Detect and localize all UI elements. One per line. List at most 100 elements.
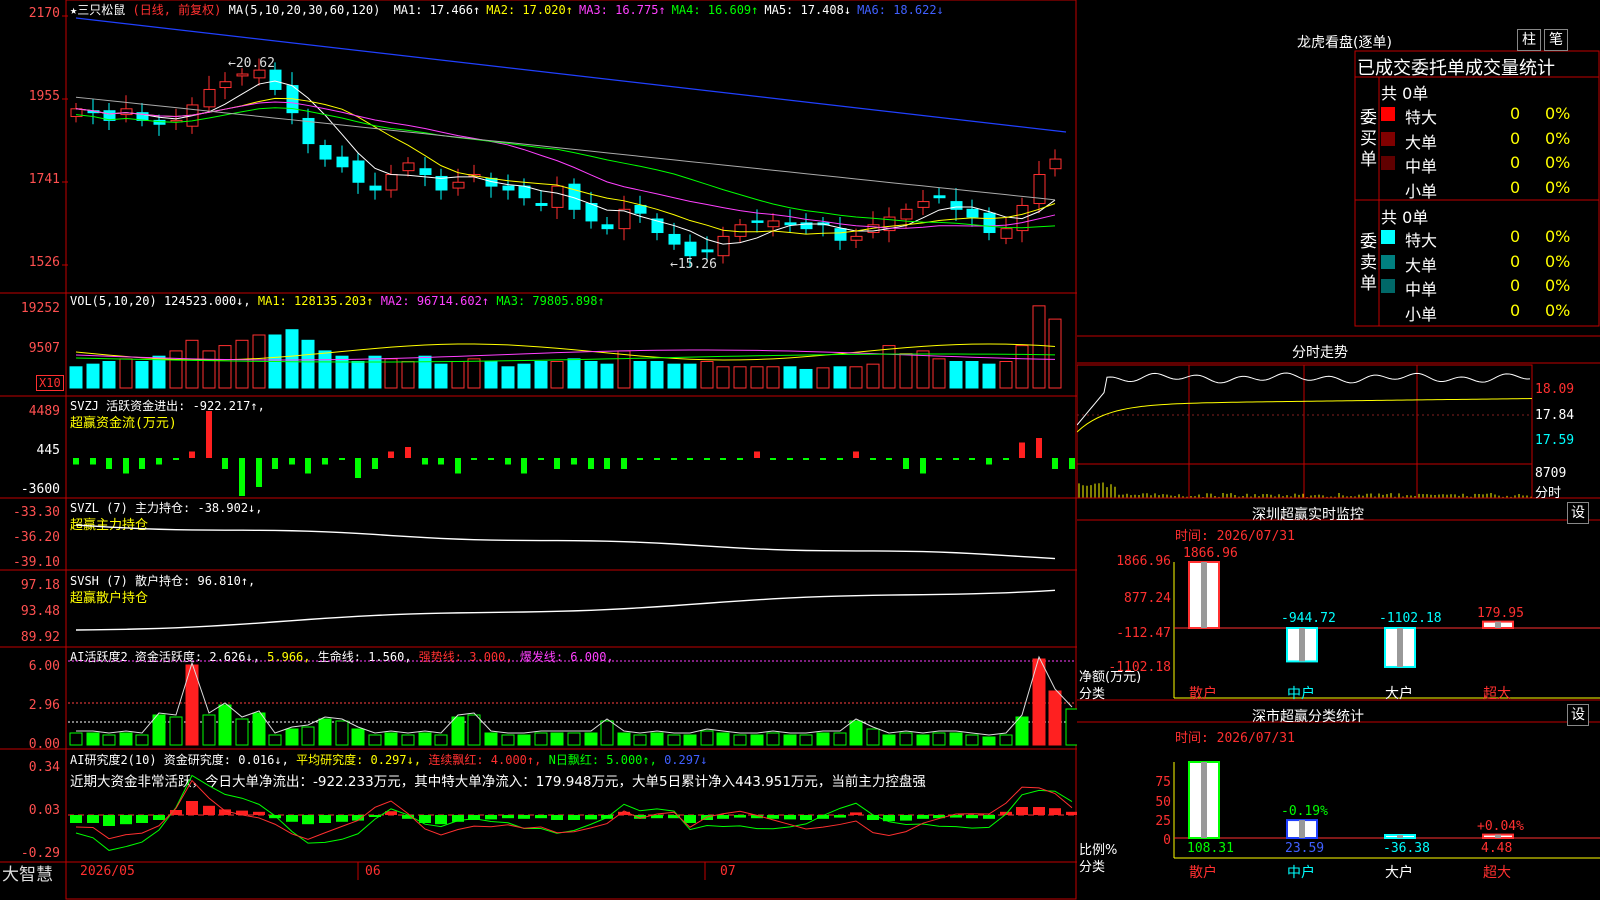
research-bar [551,815,563,820]
monitor-bar-shade [1299,628,1305,661]
sell-total: 共 0单 [1381,204,1428,228]
candle-body [635,205,646,213]
classify-settings-button[interactable]: 设 [1567,704,1589,726]
order-row-name: 中单 [1405,276,1437,300]
monitor-settings-button[interactable]: 设 [1567,502,1589,524]
volume-bar [900,354,912,388]
flow-bar [339,458,345,460]
flow-bar [803,458,809,460]
volume-bar [917,351,929,388]
flow-bar [737,458,743,460]
order-row-name: 特大 [1405,104,1437,128]
flow-bar [239,458,245,496]
flow-bar [322,458,328,465]
order-row-pct: 0% [1545,129,1570,148]
flow-bar [637,458,643,460]
classify-bar-shade [1495,835,1501,838]
flow-bar [505,458,511,465]
volume-bar [286,330,298,388]
volume-bar [734,367,746,388]
volume-bar [468,359,480,388]
research-bar [286,815,298,822]
flow-bar [704,458,710,460]
volume-bar [568,359,580,388]
volume-bar [850,367,862,388]
buy-total: 共 0单 [1381,80,1428,104]
flow-bar [754,452,760,459]
flow-bar [621,458,627,469]
candle-body [237,74,248,76]
activity-bar [1049,691,1061,745]
chart-canvas[interactable]: ←20.62 ←15.26 [0,0,1077,900]
ma5-line [76,81,1055,244]
classify-bar-value: 108.31 [1187,841,1234,856]
activity-bar [336,721,348,745]
activity-bar [236,719,248,745]
activity-bar [834,733,846,745]
candle-body [503,186,514,190]
candle-body [718,236,729,255]
activity-bar [70,733,82,745]
volume-bar [485,362,497,389]
classify-bar-value: 4.48 [1481,841,1512,856]
order-row-name: 中单 [1405,153,1437,177]
activity-bar [784,735,796,745]
order-row-pct: 0% [1545,252,1570,271]
legend-swatch [1381,181,1395,195]
candle-body [1001,229,1012,239]
order-row-name: 特大 [1405,227,1437,251]
flow-bar [936,458,942,460]
activity-bar [634,735,646,745]
research-bar [1066,812,1077,815]
order-row-count: 0 [1510,252,1520,271]
classify-tick: 75 [1137,775,1171,790]
activity-bar [153,715,165,745]
candle-body [320,146,331,160]
activity-bar [120,733,132,745]
order-row-count: 0 [1510,129,1520,148]
legend-swatch [1381,279,1395,293]
order-row-pct: 0% [1545,153,1570,172]
bar-mode-button[interactable]: 柱 [1517,29,1541,51]
research-bar [850,812,862,815]
volume-bar [535,362,547,389]
order-row-pct: 0% [1545,227,1570,246]
intraday-tick: 18.09 [1535,382,1574,397]
flow-bar [588,458,594,469]
tick-mode-button[interactable]: 笔 [1544,29,1568,51]
classify-bar-shade [1201,762,1207,838]
order-row-count: 0 [1510,301,1520,320]
flow-bar [1019,443,1025,459]
research-bar [717,815,729,819]
research-bar [336,815,348,822]
flow-bar [355,458,361,478]
volume-bar [1000,362,1012,389]
activity-bar [253,713,265,745]
volume-bar [319,351,331,388]
order-row-count: 0 [1510,178,1520,197]
research-bar [302,815,314,824]
candle-body [254,70,265,78]
flow-bar [870,458,876,460]
main-chart-area[interactable]: ★三只松鼠 (日线, 前复权) MA(5,10,20,30,60,120) MA… [0,0,1077,900]
classify-bar-value: -36.38 [1383,841,1430,856]
flow-bar [787,458,793,460]
flow-bar [422,458,428,465]
activity-bar [933,733,945,745]
volume-bar [983,364,995,388]
flow-bar [920,458,926,474]
research-bar [1033,807,1045,815]
flow-bar [886,458,892,460]
ma60-line [76,97,1055,200]
activity-bar [668,735,680,745]
flow-bar [372,458,378,469]
research-bar [253,812,265,815]
legend-swatch [1381,132,1395,146]
flow-bar [156,458,162,465]
order-row-count: 0 [1510,104,1520,123]
volume-bar [668,364,680,388]
activity-bar [800,735,812,745]
classify-x-label: 分类 [1079,856,1105,875]
volume-bar [302,340,314,388]
candle-body [967,209,978,217]
